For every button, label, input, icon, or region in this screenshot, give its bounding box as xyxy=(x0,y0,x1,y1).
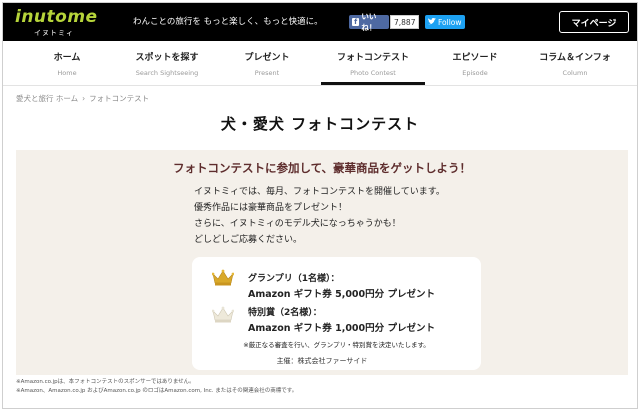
breadcrumb: 愛犬と旅行 ホーム › フォトコンテスト xyxy=(16,93,149,104)
prize-box: グランプリ（1名様）： Amazon ギフト券 5,000円分 プレゼント 特別… xyxy=(192,257,481,370)
breadcrumb-home-link[interactable]: 愛犬と旅行 ホーム xyxy=(16,94,78,103)
nav-sublabel: Photo Contest xyxy=(350,69,396,77)
page-title: 犬・愛犬 フォトコンテスト xyxy=(220,115,420,133)
facebook-like-button[interactable]: f いいね！ xyxy=(349,12,389,32)
nav-item-search-sightseeing[interactable]: スポットを探す Search Sightseeing xyxy=(117,41,217,85)
sponsor-text: 主催：株式会社ファーサイド xyxy=(276,357,368,365)
silver-crown-icon xyxy=(211,306,235,323)
gold-crown-icon xyxy=(211,269,235,286)
grand-prix-description: Amazon ギフト券 5,000円分 プレゼント xyxy=(248,289,435,300)
nav-label: スポットを探す xyxy=(135,53,199,63)
nav-item-present[interactable]: プレゼント Present xyxy=(217,41,317,85)
page-frame: inutome イヌトミィ わんことの旅行を もっと楽しく、もっと快適に。 f … xyxy=(2,2,638,409)
nav-label: コラム＆インフォ xyxy=(539,53,611,63)
facebook-icon: f xyxy=(352,18,360,26)
site-tagline: わんことの旅行を もっと楽しく、もっと快適に。 xyxy=(133,17,323,27)
main-nav: ホーム Home スポットを探す Search Sightseeing プレゼン… xyxy=(3,41,637,86)
nav-label: エピソード xyxy=(452,53,498,63)
breadcrumb-current: フォトコンテスト xyxy=(89,94,150,103)
nav-item-home[interactable]: ホーム Home xyxy=(17,41,117,85)
special-prize-title: 特別賞（2名様）： xyxy=(248,308,322,318)
nav-sublabel: Column xyxy=(562,69,588,77)
nav-item-episode[interactable]: エピソード Episode xyxy=(425,41,525,85)
contest-desc-line: イヌトミィでは、毎月、フォトコンテストを開催しています。 xyxy=(194,187,445,197)
mypage-button[interactable]: マイページ xyxy=(559,11,629,33)
like-count: 7,887 xyxy=(390,15,420,29)
logo-text: inutome xyxy=(15,7,98,27)
logo-subtext: イヌトミィ xyxy=(34,29,74,37)
contest-desc-line: 優秀作品には豪華商品をプレゼント！ xyxy=(194,203,348,213)
site-header: inutome イヌトミィ わんことの旅行を もっと楽しく、もっと快適に。 f … xyxy=(3,3,637,41)
nav-label: プレゼント xyxy=(244,53,290,63)
nav-label: フォトコンテスト xyxy=(336,53,409,63)
special-prize-description: Amazon ギフト券 1,000円分 プレゼント xyxy=(248,323,435,334)
nav-sublabel: Present xyxy=(254,69,280,77)
contest-info-box: フォトコンテストに参加して、豪華商品をゲットしよう！ イヌトミィでは、毎月、フォ… xyxy=(16,150,628,375)
breadcrumb-separator: › xyxy=(82,94,86,103)
nav-sublabel: Episode xyxy=(462,69,488,77)
footnote-line: ※Amazon.co.jpは、本フォトコンテストのスポンサーではありません。 xyxy=(16,379,195,385)
prize-note: ※厳正なる審査を行い、グランプリ・特別賞を決定いたします。 xyxy=(243,341,430,349)
contest-description: イヌトミィでは、毎月、フォトコンテストを開催しています。 優秀作品には豪華商品を… xyxy=(194,184,445,248)
grand-prix-title: グランプリ（1名様）： xyxy=(248,274,340,284)
nav-item-column[interactable]: コラム＆インフォ Column xyxy=(525,41,625,85)
footnote-line: ※Amazon、Amazon.co.jp およびAmazon.co.jp のロゴ… xyxy=(16,388,298,394)
twitter-bird-icon xyxy=(428,17,436,27)
follow-label: Follow xyxy=(438,17,462,27)
nav-sublabel: Search Sightseeing xyxy=(135,69,199,77)
like-label: いいね！ xyxy=(361,12,377,32)
twitter-follow-button[interactable]: Follow xyxy=(425,15,465,29)
nav-label: ホーム xyxy=(53,53,81,63)
nav-sublabel: Home xyxy=(57,69,77,77)
site-logo[interactable]: inutome イヌトミィ xyxy=(15,7,115,37)
nav-item-photo-contest[interactable]: フォトコンテスト Photo Contest xyxy=(321,41,425,85)
contest-heading: フォトコンテストに参加して、豪華商品をゲットしよう！ xyxy=(172,161,472,175)
contest-desc-line: どしどしご応募ください。 xyxy=(194,235,303,245)
footnotes: ※Amazon.co.jpは、本フォトコンテストのスポンサーではありません。 ※… xyxy=(16,378,297,396)
contest-desc-line: さらに、イヌトミィのモデル犬になっちゃうかも！ xyxy=(194,219,401,229)
